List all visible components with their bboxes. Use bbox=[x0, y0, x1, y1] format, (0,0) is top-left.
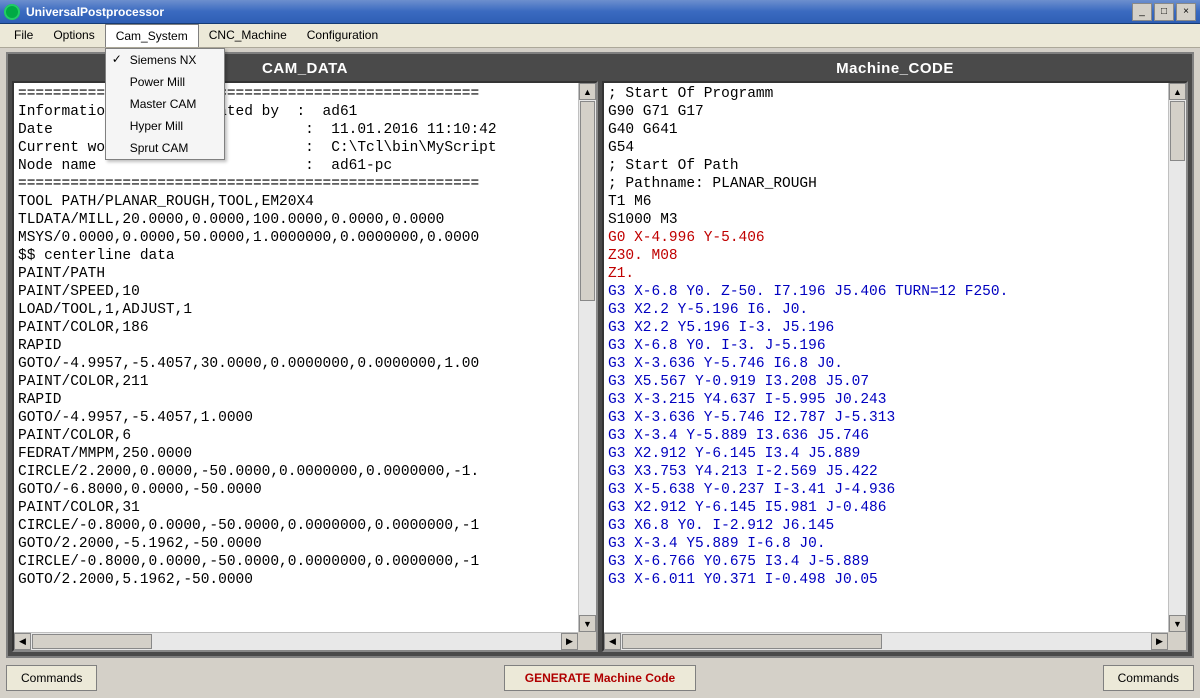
menu-options[interactable]: Options bbox=[43, 24, 104, 47]
code-line: G54 bbox=[608, 140, 634, 156]
menu-configuration[interactable]: Configuration bbox=[297, 24, 388, 47]
dd-hyper-mill[interactable]: Hyper Mill bbox=[106, 115, 224, 137]
code-line: G40 G641 bbox=[608, 122, 678, 138]
scroll-right-icon[interactable]: ▶ bbox=[1151, 633, 1168, 650]
window-titlebar: UniversalPostprocessor _ □ × bbox=[0, 0, 1200, 24]
code-line: Z1. bbox=[608, 266, 634, 282]
code-line: T1 M6 bbox=[608, 194, 652, 210]
code-line: G3 X-6.8 Y0. I-3. J-5.196 bbox=[608, 338, 826, 354]
right-pane-title: Machine_CODE bbox=[602, 58, 1188, 81]
cam-data-text[interactable]: ========================================… bbox=[14, 83, 578, 632]
left-pane: CAM_DATA ===============================… bbox=[12, 58, 598, 652]
left-scroll-h[interactable]: ◀ ▶ bbox=[14, 632, 578, 650]
dd-master-cam[interactable]: Master CAM bbox=[106, 93, 224, 115]
left-scroll-v[interactable]: ▲ ▼ bbox=[578, 83, 596, 632]
close-button[interactable]: × bbox=[1176, 3, 1196, 21]
scroll-down-icon[interactable]: ▼ bbox=[1169, 615, 1186, 632]
code-line: G3 X-6.766 Y0.675 I3.4 J-5.889 bbox=[608, 554, 869, 570]
code-line: G3 X-3.4 Y-5.889 I3.636 J5.746 bbox=[608, 428, 869, 444]
code-line: G3 X5.567 Y-0.919 I3.208 J5.07 bbox=[608, 374, 869, 390]
code-line: G90 G71 G17 bbox=[608, 104, 704, 120]
scroll-up-icon[interactable]: ▲ bbox=[579, 83, 596, 100]
left-scroll-v-thumb[interactable] bbox=[580, 101, 595, 301]
dd-power-mill[interactable]: Power Mill bbox=[106, 71, 224, 93]
code-line: G3 X-6.011 Y0.371 I-0.498 J0.05 bbox=[608, 572, 878, 588]
machine-code-text[interactable]: ; Start Of Programm G90 G71 G17 G40 G641… bbox=[604, 83, 1168, 632]
right-scroll-v[interactable]: ▲ ▼ bbox=[1168, 83, 1186, 632]
dd-siemens-nx[interactable]: Siemens NX bbox=[106, 49, 224, 71]
generate-machine-code-button[interactable]: GENERATE Machine Code bbox=[504, 665, 696, 691]
right-pane: Machine_CODE ; Start Of Programm G90 G71… bbox=[602, 58, 1188, 652]
scroll-up-icon[interactable]: ▲ bbox=[1169, 83, 1186, 100]
right-scroll-h-thumb[interactable] bbox=[622, 634, 882, 649]
right-pane-body-wrap: ; Start Of Programm G90 G71 G17 G40 G641… bbox=[602, 81, 1188, 652]
scroll-left-icon[interactable]: ◀ bbox=[604, 633, 621, 650]
app-icon bbox=[4, 4, 20, 20]
code-line: G3 X2.2 Y5.196 I-3. J5.196 bbox=[608, 320, 834, 336]
code-line: G0 X-4.996 Y-5.406 bbox=[608, 230, 765, 246]
left-scroll-h-thumb[interactable] bbox=[32, 634, 152, 649]
right-scroll-v-thumb[interactable] bbox=[1170, 101, 1185, 161]
code-line: G3 X2.912 Y-6.145 I3.4 J5.889 bbox=[608, 446, 860, 462]
cam-system-dropdown: Siemens NX Power Mill Master CAM Hyper M… bbox=[105, 48, 225, 160]
code-line: Z30. M08 bbox=[608, 248, 678, 264]
code-line: G3 X-5.638 Y-0.237 I-3.41 J-4.936 bbox=[608, 482, 895, 498]
code-line: G3 X6.8 Y0. I-2.912 J6.145 bbox=[608, 518, 834, 534]
code-line: G3 X2.2 Y-5.196 I6. J0. bbox=[608, 302, 808, 318]
minimize-button[interactable]: _ bbox=[1132, 3, 1152, 21]
code-line: S1000 M3 bbox=[608, 212, 678, 228]
code-line: ; Start Of Path bbox=[608, 158, 739, 174]
scroll-right-icon[interactable]: ▶ bbox=[561, 633, 578, 650]
window-title: UniversalPostprocessor bbox=[26, 5, 164, 19]
dd-sprut-cam[interactable]: Sprut CAM bbox=[106, 137, 224, 159]
menu-file[interactable]: File bbox=[4, 24, 43, 47]
right-scroll-h[interactable]: ◀ ▶ bbox=[604, 632, 1168, 650]
code-line: G3 X-3.636 Y-5.746 I2.787 J-5.313 bbox=[608, 410, 895, 426]
scroll-corner bbox=[578, 632, 596, 650]
code-line: G3 X3.753 Y4.213 I-2.569 J5.422 bbox=[608, 464, 878, 480]
code-line: G3 X-6.8 Y0. Z-50. I7.196 J5.406 TURN=12… bbox=[608, 284, 1008, 300]
scroll-down-icon[interactable]: ▼ bbox=[579, 615, 596, 632]
commands-left-button[interactable]: Commands bbox=[6, 665, 97, 691]
code-line: ; Pathname: PLANAR_ROUGH bbox=[608, 176, 817, 192]
bottom-bar: Commands GENERATE Machine Code Commands bbox=[6, 662, 1194, 694]
menu-cam-system-label: Cam_System bbox=[116, 29, 188, 43]
scroll-corner bbox=[1168, 632, 1186, 650]
code-line: G3 X-3.4 Y5.889 I-6.8 J0. bbox=[608, 536, 826, 552]
maximize-button[interactable]: □ bbox=[1154, 3, 1174, 21]
left-pane-title: CAM_DATA bbox=[12, 58, 598, 81]
left-pane-body-wrap: ========================================… bbox=[12, 81, 598, 652]
menu-cam-system[interactable]: Cam_System Siemens NX Power Mill Master … bbox=[105, 24, 199, 47]
code-line: G3 X-3.215 Y4.637 I-5.995 J0.243 bbox=[608, 392, 886, 408]
menu-cnc-machine[interactable]: CNC_Machine bbox=[199, 24, 297, 47]
scroll-left-icon[interactable]: ◀ bbox=[14, 633, 31, 650]
menubar: File Options Cam_System Siemens NX Power… bbox=[0, 24, 1200, 48]
commands-right-button[interactable]: Commands bbox=[1103, 665, 1194, 691]
code-line: G3 X2.912 Y-6.145 I5.981 J-0.486 bbox=[608, 500, 886, 516]
code-line: G3 X-3.636 Y-5.746 I6.8 J0. bbox=[608, 356, 843, 372]
code-line: ; Start Of Programm bbox=[608, 86, 773, 102]
